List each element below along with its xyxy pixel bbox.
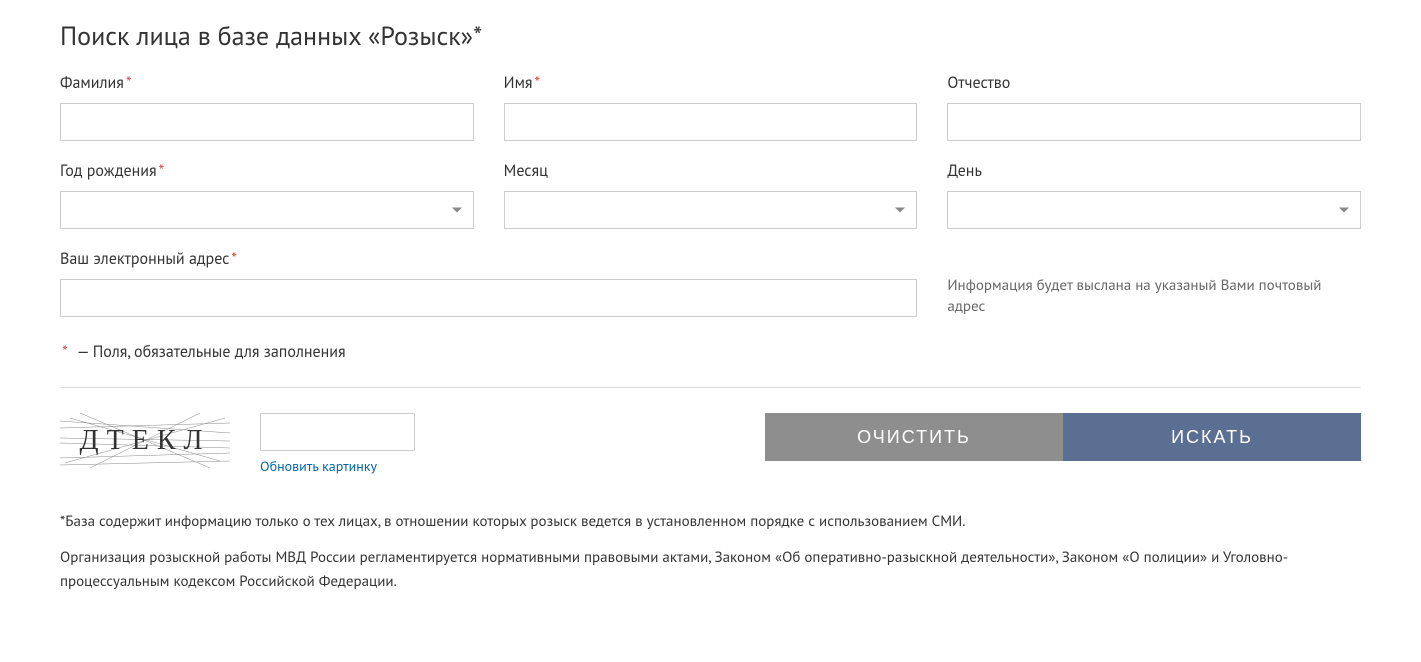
captcha-input[interactable] [260,413,415,451]
required-star: * [231,249,237,269]
email-info-text: Информация будет выслана на указаный Вам… [947,270,1361,317]
birth-day-select[interactable] [947,191,1361,229]
patronymic-label: Отчество [947,73,1361,93]
required-legend: * — Поля, обязательные для заполнения [60,342,1361,362]
captcha-image: ДТЕКЛ [60,413,230,468]
refresh-captcha-link[interactable]: Обновить картинку [260,457,415,475]
birth-year-select[interactable] [60,191,474,229]
lastname-label: Фамилия* [60,73,474,93]
footnote-1: *База содержит информацию только о тех л… [60,510,1361,534]
birth-year-label: Год рождения* [60,161,474,181]
birth-day-label: День [947,161,1361,181]
birth-month-select[interactable] [504,191,918,229]
lastname-input[interactable] [60,103,474,141]
divider [60,387,1361,388]
patronymic-input[interactable] [947,103,1361,141]
required-star: * [535,73,541,93]
birth-month-label: Месяц [504,161,918,181]
firstname-input[interactable] [504,103,918,141]
email-input[interactable] [60,279,917,317]
footnote-2: Организация розыскной работы МВД России … [60,546,1361,594]
search-button[interactable]: ИСКАТЬ [1063,413,1361,461]
page-title: Поиск лица в базе данных «Розыск»* [60,20,1361,53]
email-label: Ваш электронный адрес* [60,249,917,269]
clear-button[interactable]: ОЧИСТИТЬ [765,413,1063,461]
required-star: * [126,73,132,93]
firstname-label: Имя* [504,73,918,93]
required-star: * [159,161,165,181]
captcha-letters: ДТЕКЛ [80,425,211,457]
